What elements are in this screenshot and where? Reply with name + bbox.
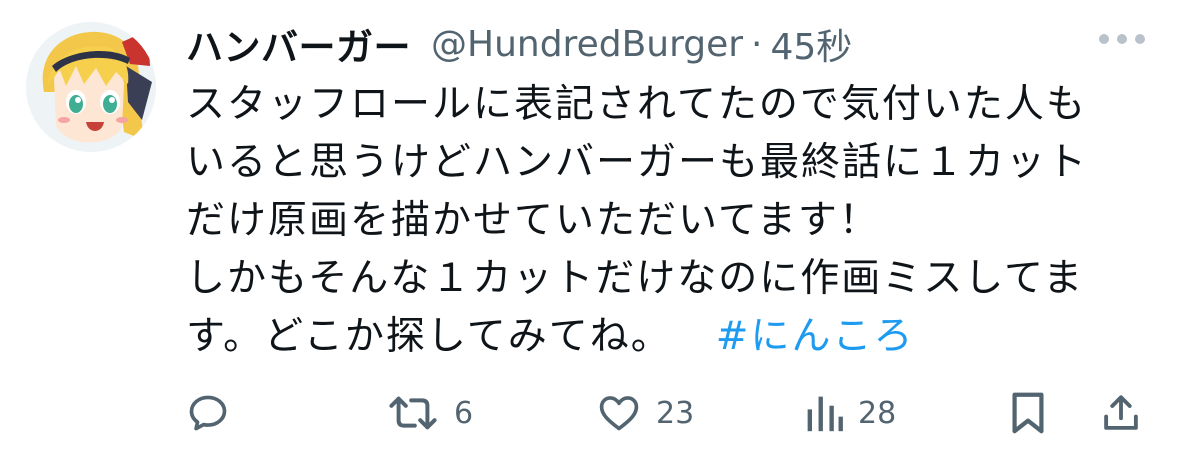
tweet-text-line-last: す。どこか探してみてね。 #にんころ — [186, 308, 1136, 366]
views-button[interactable]: 28 — [804, 388, 896, 438]
more-dot — [1135, 34, 1145, 44]
like-icon — [599, 396, 639, 431]
retweet-icon — [389, 396, 437, 430]
tweet-text-segment: す。どこか探してみてね。 — [186, 314, 672, 359]
more-icon[interactable] — [1099, 34, 1145, 44]
more-dot — [1117, 34, 1127, 44]
views-count: 28 — [858, 395, 897, 431]
display-name[interactable]: ハンバーガー — [186, 17, 411, 71]
retweet-button[interactable]: 6 — [386, 388, 473, 438]
retweet-count: 6 — [454, 395, 474, 431]
separator-dot: · — [751, 23, 763, 65]
tweet-header: ハンバーガー @HundredBurger · 45秒 — [186, 18, 852, 70]
timestamp[interactable]: 45秒 — [771, 18, 853, 70]
tweet-text-line: しかもそんな１カットだけなのに作画ミスしてま — [186, 256, 1085, 301]
hashtag-link[interactable]: #にんころ — [716, 314, 915, 359]
reply-icon — [189, 395, 227, 431]
tweet-card[interactable]: ハンバーガー @HundredBurger · 45秒 スタッフロールに表記され… — [0, 0, 1179, 458]
action-bar: 6 23 28 — [186, 388, 1146, 438]
tweet-text-line: スタッフロールに表記されてたので気付いた人も — [186, 82, 1087, 127]
bookmark-button[interactable] — [1008, 388, 1048, 438]
reply-button[interactable] — [186, 388, 244, 438]
bookmark-icon — [1012, 392, 1044, 434]
like-button[interactable]: 23 — [596, 388, 694, 438]
share-button[interactable] — [1100, 388, 1142, 438]
avatar-illustration — [26, 22, 156, 152]
tweet-text: スタッフロールに表記されてたので気付いた人も いると思うけどハンバーガーも最終話… — [186, 76, 1136, 366]
views-icon — [807, 396, 843, 432]
more-dot — [1099, 34, 1109, 44]
user-handle[interactable]: @HundredBurger — [431, 24, 743, 65]
avatar[interactable] — [26, 22, 156, 152]
tweet-text-line: いると思うけどハンバーガーも最終話に１カット — [186, 140, 1089, 185]
like-count: 23 — [656, 395, 695, 431]
share-icon — [1104, 395, 1138, 430]
tweet-text-line: だけ原画を描かせていただいてます！ — [186, 198, 880, 243]
